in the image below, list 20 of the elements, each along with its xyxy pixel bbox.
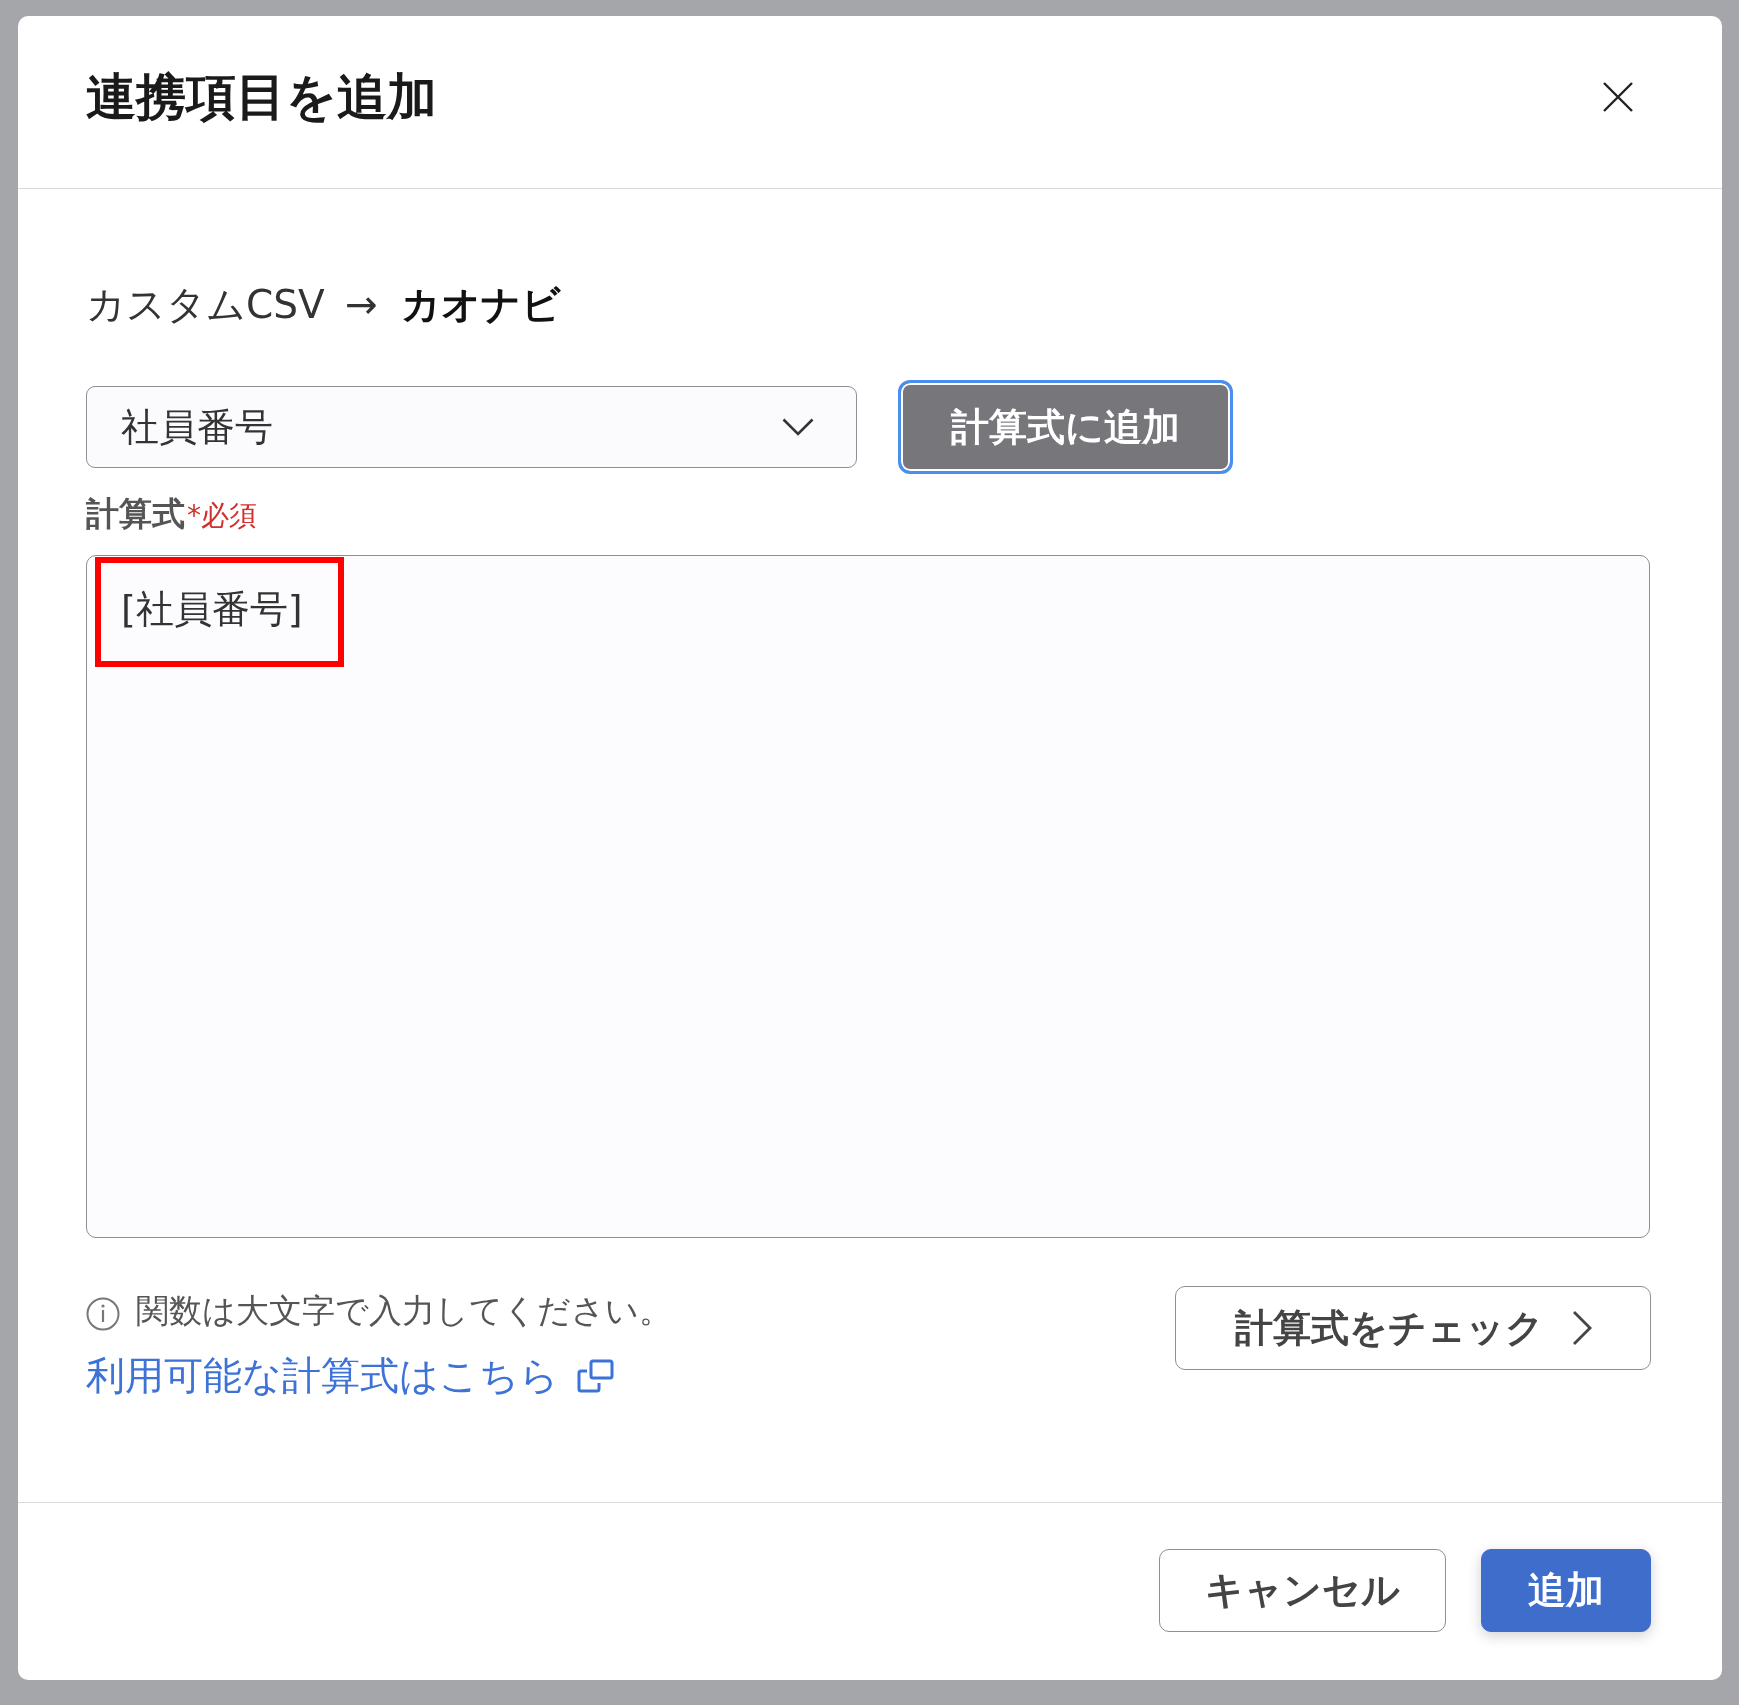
formula-field[interactable]: [社員番号] [86,555,1650,1238]
add-button[interactable]: 追加 [1481,1549,1651,1632]
hint-text: 関数は大文字で入力してください。 [136,1290,672,1332]
dialog-title: 連携項目を追加 [86,67,437,128]
info-icon [86,1297,120,1331]
target-name: カオナビ [401,281,562,329]
chevron-down-icon [782,418,814,436]
chevron-right-icon [1571,1310,1592,1346]
close-icon [1603,82,1633,112]
help-link[interactable]: 利用可能な計算式はこちら [86,1354,672,1398]
close-button[interactable] [1603,82,1633,112]
check-formula-button[interactable]: 計算式をチェック [1175,1286,1651,1370]
cancel-button[interactable]: キャンセル [1159,1549,1446,1632]
add-to-formula-button[interactable]: 計算式に追加 [898,380,1233,474]
formula-label: 計算式 [86,494,185,534]
external-link-icon [577,1359,615,1393]
required-mark: *必須 [187,498,257,534]
source-name: カスタムCSV [86,281,325,329]
mapping-arrow: → [344,281,378,329]
field-dropdown[interactable]: 社員番号 [86,386,857,468]
